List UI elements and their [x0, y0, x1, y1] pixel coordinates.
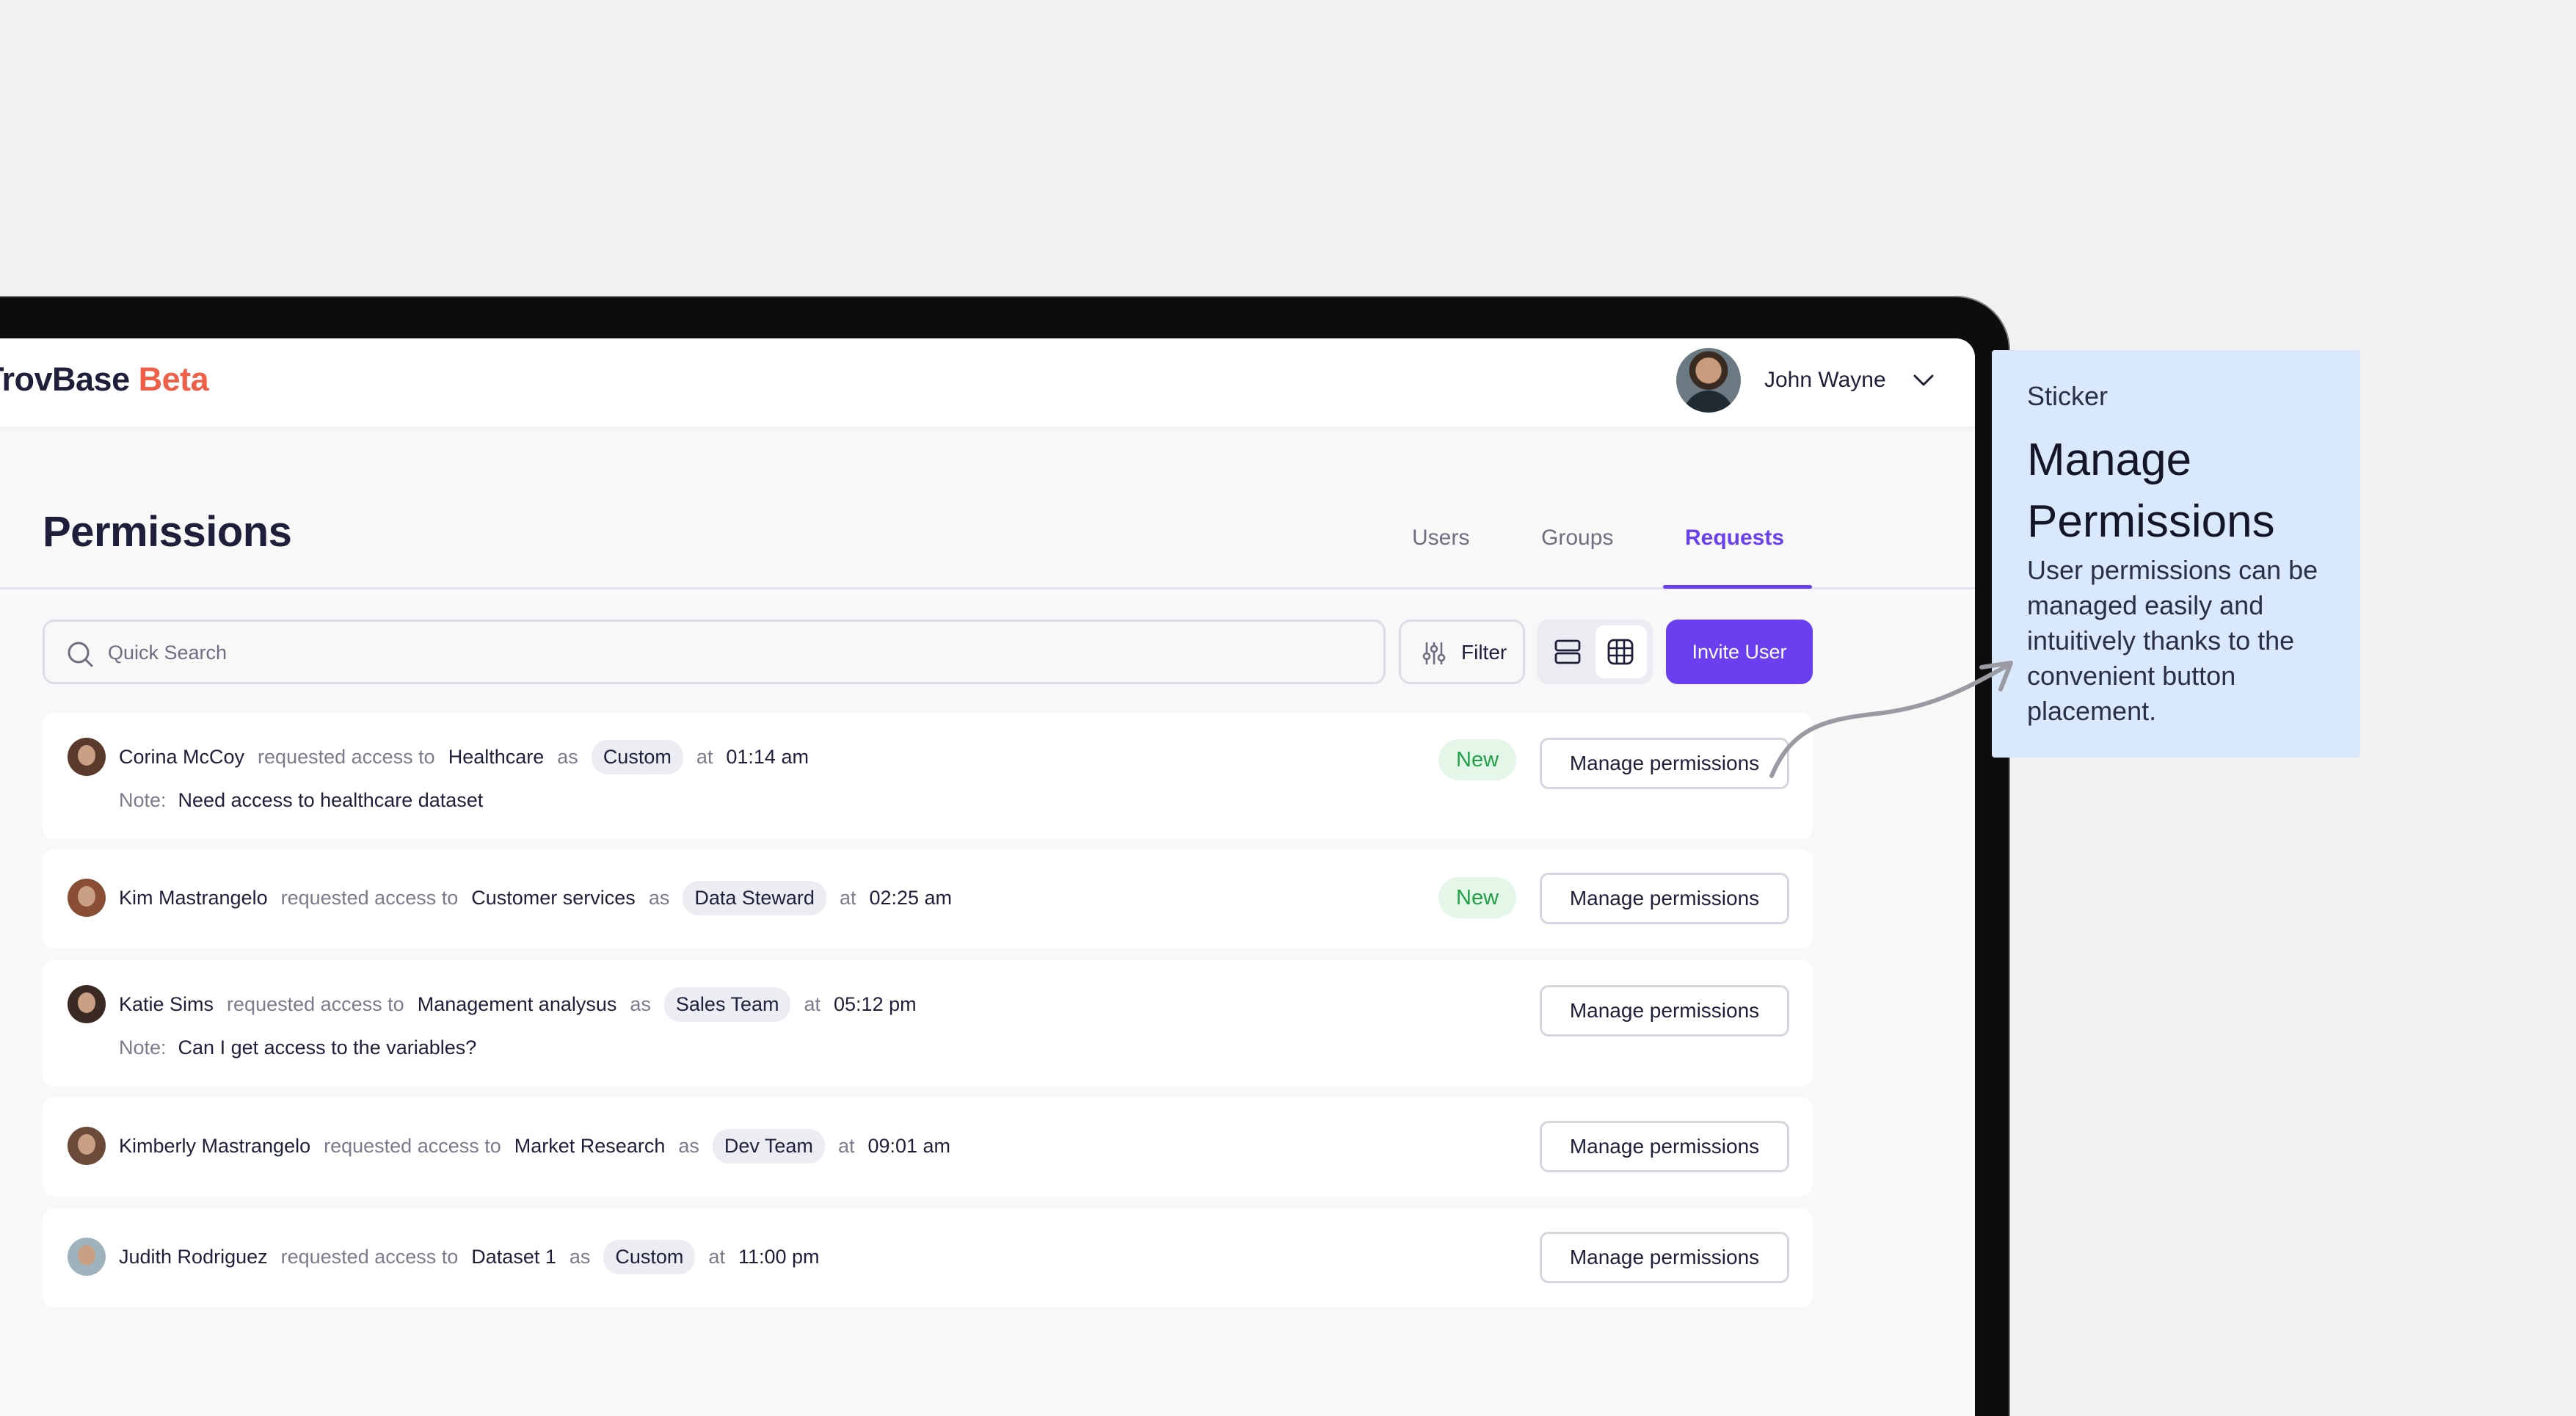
view-toggle — [1537, 620, 1653, 684]
request-as: as — [569, 1245, 591, 1268]
request-at: at — [839, 886, 856, 909]
top-header: TrovBase Beta John Wayne — [0, 338, 1975, 426]
role-chip: Dev Team — [712, 1128, 825, 1163]
request-verb: requested access to — [280, 1245, 459, 1268]
callout-arrow-icon — [1769, 661, 2013, 778]
requester-name[interactable]: Kim Mastrangelo — [119, 887, 268, 909]
request-row: Kimberly Mastrangelo requested access to… — [43, 1097, 1813, 1197]
avatar-shoulders — [1684, 391, 1733, 413]
sticker-title: Manage Permissions — [2027, 435, 2275, 547]
status-badge-new: New — [1438, 877, 1517, 918]
request-time: 02:25 am — [869, 886, 953, 909]
sticker-tag: Sticker — [2027, 381, 2109, 411]
requester-avatar — [68, 879, 106, 917]
role-chip: Custom — [603, 1239, 696, 1274]
requested-resource[interactable]: Management analysus — [418, 993, 617, 1016]
manage-permissions-button[interactable]: Manage permissions — [1540, 738, 1789, 789]
brand-beta-label: Beta — [138, 360, 209, 398]
role-chip: Sales Team — [663, 987, 791, 1022]
filter-sliders-icon — [1422, 642, 1446, 665]
requested-resource[interactable]: Customer services — [471, 887, 636, 909]
request-note: Note: Can I get access to the variables? — [119, 1036, 476, 1059]
requested-resource[interactable]: Healthcare — [448, 746, 545, 769]
filter-label: Filter — [1461, 641, 1507, 664]
active-tab-indicator — [1663, 585, 1812, 589]
request-verb: requested access to — [324, 1134, 501, 1157]
tab-requests[interactable]: Requests — [1685, 526, 1784, 551]
request-note: Note: Need access to healthcare dataset — [119, 789, 483, 812]
search-icon — [68, 642, 93, 667]
request-at: at — [837, 1134, 855, 1157]
requester-name[interactable]: Corina McCoy — [119, 746, 244, 769]
request-at: at — [708, 1245, 725, 1268]
sticker-note: Sticker Manage Permissions User permissi… — [1992, 350, 2360, 758]
manage-permissions-button[interactable]: Manage permissions — [1540, 873, 1789, 924]
tab-users[interactable]: Users — [1412, 526, 1469, 551]
manage-permissions-button[interactable]: Manage permissions — [1540, 1232, 1789, 1283]
request-row: Katie Sims requested access to Managemen… — [43, 960, 1813, 1086]
list-view-icon — [1554, 639, 1581, 664]
manage-permissions-button[interactable]: Manage permissions — [1540, 985, 1789, 1036]
filter-button[interactable]: Filter — [1399, 620, 1525, 684]
grid-view-icon — [1607, 639, 1634, 665]
app-screen: TrovBase Beta John Wayne Permissions Use… — [0, 338, 1975, 1416]
requester-name[interactable]: Judith Rodriguez — [119, 1246, 268, 1268]
note-text: Need access to healthcare dataset — [178, 789, 484, 811]
request-as: as — [648, 886, 670, 909]
user-name[interactable]: John Wayne — [1764, 368, 1886, 393]
role-chip: Data Steward — [683, 880, 826, 915]
requester-name[interactable]: Katie Sims — [119, 993, 214, 1016]
request-as: as — [557, 745, 578, 768]
tab-groups[interactable]: Groups — [1541, 526, 1613, 551]
request-summary: Judith Rodriguez requested access to Dat… — [68, 1238, 833, 1276]
requester-avatar — [68, 1238, 106, 1276]
request-summary: Corina McCoy requested access to Healthc… — [68, 738, 822, 776]
requested-resource[interactable]: Dataset 1 — [471, 1246, 556, 1268]
brand-name: TrovBase — [0, 360, 130, 398]
request-summary: Kimberly Mastrangelo requested access to… — [68, 1127, 964, 1165]
note-label: Note: — [119, 1036, 167, 1059]
request-summary: Kim Mastrangelo requested access to Cust… — [68, 879, 965, 917]
chevron-down-icon[interactable] — [1913, 372, 1935, 388]
request-at: at — [804, 992, 821, 1015]
role-chip: Custom — [591, 739, 683, 774]
request-summary: Katie Sims requested access to Managemen… — [68, 985, 930, 1023]
request-verb: requested access to — [258, 745, 435, 768]
requester-avatar — [68, 1127, 106, 1165]
request-verb: requested access to — [280, 886, 459, 909]
request-time: 11:00 pm — [738, 1245, 820, 1268]
manage-permissions-button[interactable]: Manage permissions — [1540, 1121, 1789, 1172]
request-row: Kim Mastrangelo requested access to Cust… — [43, 849, 1813, 948]
request-at: at — [696, 745, 713, 768]
requester-avatar — [68, 738, 106, 776]
user-avatar[interactable] — [1676, 348, 1741, 413]
request-time: 01:14 am — [726, 745, 809, 768]
request-as: as — [678, 1134, 699, 1157]
request-row: Corina McCoy requested access to Healthc… — [43, 713, 1813, 839]
request-row: Judith Rodriguez requested access to Dat… — [43, 1208, 1813, 1307]
brand-logo[interactable]: TrovBase Beta — [0, 360, 209, 399]
page-title: Permissions — [43, 508, 292, 556]
request-as: as — [630, 992, 651, 1015]
request-time: 05:12 pm — [834, 992, 917, 1015]
status-badge-new: New — [1438, 739, 1517, 780]
request-time: 09:01 am — [867, 1134, 951, 1157]
requested-resource[interactable]: Market Research — [514, 1135, 666, 1158]
note-label: Note: — [119, 789, 167, 811]
requester-avatar — [68, 985, 106, 1023]
note-text: Can I get access to the variables? — [178, 1036, 477, 1059]
request-verb: requested access to — [227, 992, 404, 1015]
sticker-body: User permissions can be managed easily a… — [2027, 555, 2318, 726]
search-input[interactable] — [108, 635, 1356, 670]
list-view-button[interactable] — [1543, 625, 1593, 678]
requester-name[interactable]: Kimberly Mastrangelo — [119, 1135, 310, 1158]
grid-view-button[interactable] — [1596, 625, 1647, 678]
search-box[interactable] — [43, 620, 1386, 684]
